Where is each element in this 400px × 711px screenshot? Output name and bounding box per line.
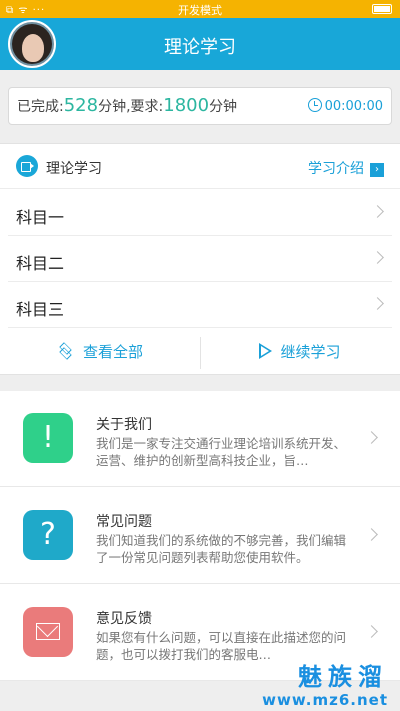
faq-item[interactable]: ? 常见问题 我们知道我们的系统做的不够完善，我们编辑了一份常见问题列表帮助您使… [0,488,400,584]
subject-row-1[interactable]: 科目一 [8,190,392,236]
progress-card: 已完成:528分钟,要求:1800分钟 00:00:00 [8,87,392,125]
info-list: ! 关于我们 我们是一家专注交通行业理论培训系统开发、运营、维护的创新型高科技企… [0,391,400,681]
study-intro-link[interactable]: 学习介绍 › [308,158,384,178]
app-header: 理论学习 [0,18,400,70]
page-title: 理论学习 [164,37,236,58]
chevron-right-icon [365,431,378,444]
layers-icon [57,342,75,360]
info-title: 关于我们 [96,417,152,433]
status-bar: ⧉ ᯤ ··· 开发模式 [0,0,400,18]
action-bar: 查看全部 继续学习 [0,329,400,376]
mail-icon [23,607,73,657]
subject-row-3[interactable]: 科目三 [8,282,392,328]
watermark: 魅族溜 www.mz6.net [262,663,388,709]
question-icon: ? [23,510,73,560]
continue-study-button[interactable]: 继续学习 [200,329,400,376]
exclamation-icon: ! [23,413,73,463]
required-minutes: 1800 [163,95,210,116]
progress-text: 已完成:528分钟,要求:1800分钟 [17,95,238,116]
view-all-button[interactable]: 查看全部 [0,329,200,376]
video-icon [16,155,38,177]
chevron-right-icon [371,297,384,310]
subject-row-2[interactable]: 科目二 [8,236,392,282]
done-minutes: 528 [63,95,99,116]
status-title: 开发模式 [178,4,222,17]
timer: 00:00:00 [307,98,383,114]
chevron-right-icon: › [370,163,384,177]
info-desc: 如果您有什么问题，可以直接在此描述您的问题，也可以拨打我们的客服电… [96,630,347,662]
info-title: 意见反馈 [96,611,152,627]
study-header: 理论学习 学习介绍 › [0,144,400,189]
chevron-right-icon [371,205,384,218]
play-icon [259,343,273,359]
battery-icon [372,4,392,14]
about-us-item[interactable]: ! 关于我们 我们是一家专注交通行业理论培训系统开发、运营、维护的创新型高科技企… [0,391,400,487]
info-desc: 我们是一家专注交通行业理论培训系统开发、运营、维护的创新型高科技企业，旨… [96,436,347,468]
chevron-right-icon [371,251,384,264]
chevron-right-icon [365,625,378,638]
info-desc: 我们知道我们的系统做的不够完善，我们编辑了一份常见问题列表帮助您使用软件。 [96,533,347,565]
study-label: 理论学习 [46,161,102,177]
chevron-right-icon [365,528,378,541]
study-card: 理论学习 学习介绍 › 科目一 科目二 科目三 查看全部 继续学习 [0,143,400,375]
clock-icon [307,98,322,112]
info-title: 常见问题 [96,514,152,530]
